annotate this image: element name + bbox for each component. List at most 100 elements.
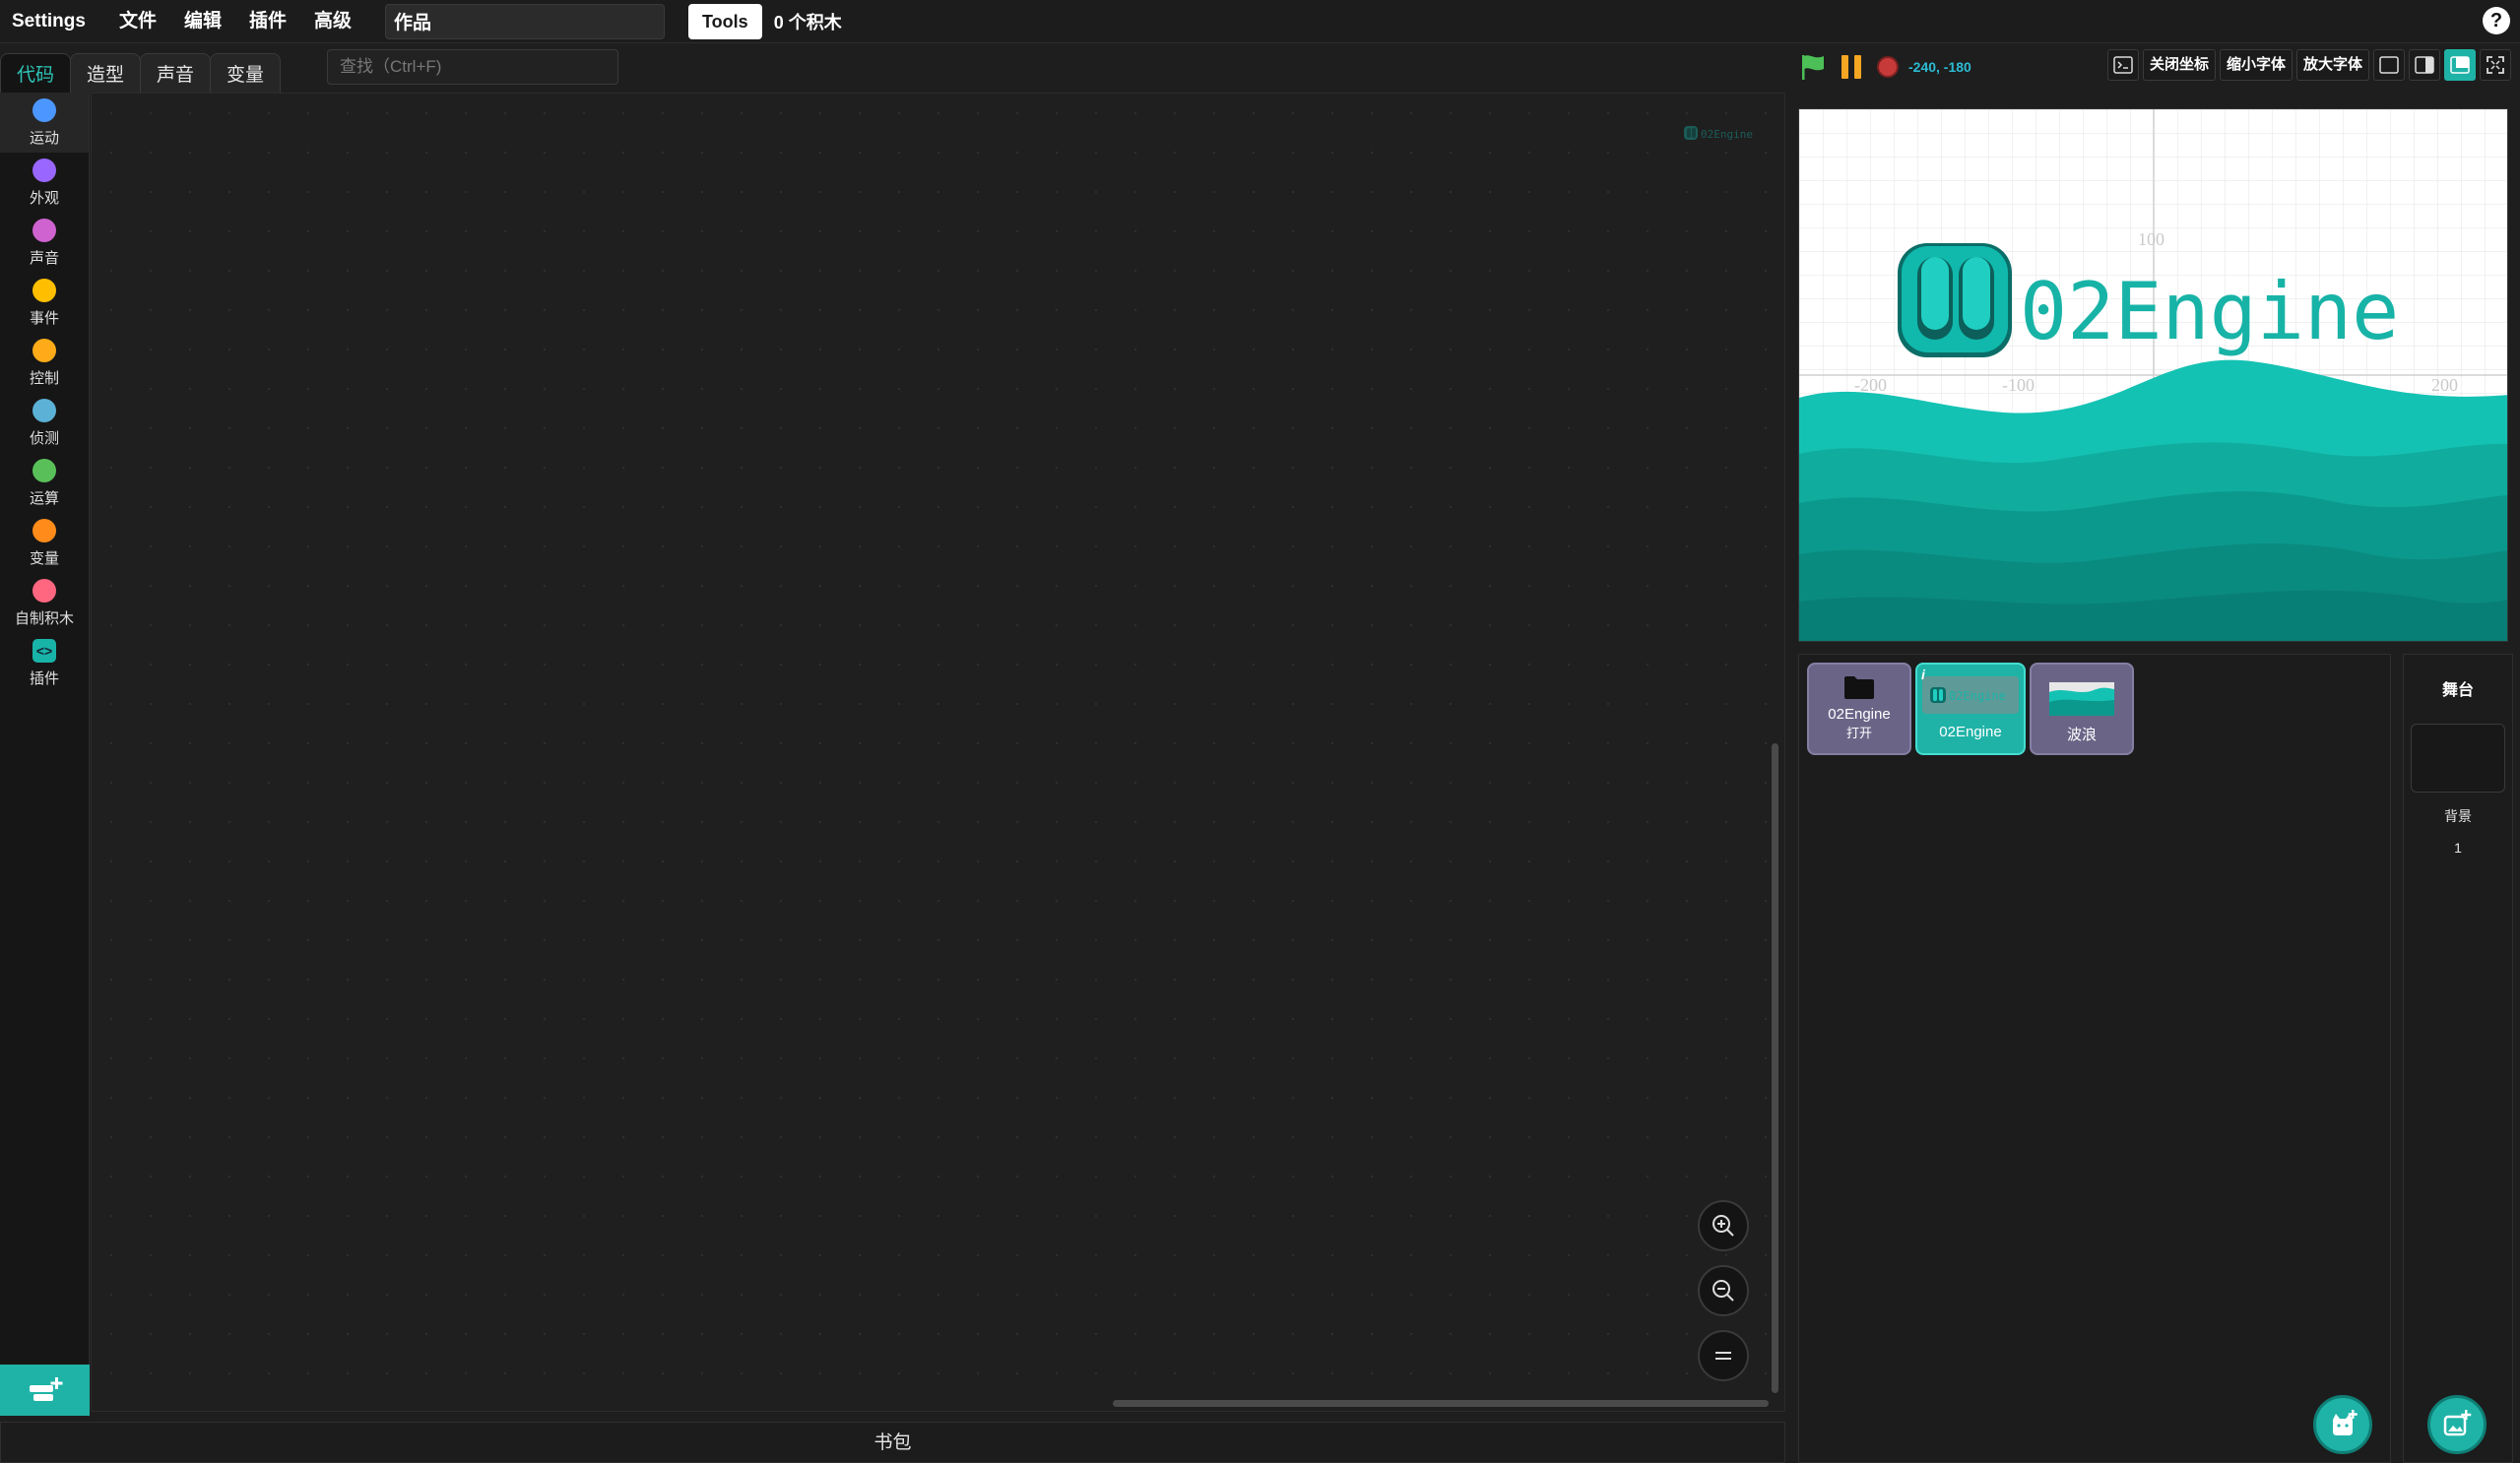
category-label: 变量 bbox=[29, 550, 59, 567]
zoom-reset-button[interactable] bbox=[1698, 1330, 1749, 1381]
looks-dot-icon bbox=[32, 159, 56, 182]
pause-button[interactable] bbox=[1842, 55, 1861, 79]
category-operators[interactable]: 运算 bbox=[0, 453, 89, 513]
category-label: 控制 bbox=[29, 370, 59, 387]
category-label: 外观 bbox=[29, 190, 59, 207]
larger-font-button[interactable]: 放大字体 bbox=[2295, 49, 2369, 81]
sprite-card[interactable]: 02Engine 打开 bbox=[1807, 663, 1911, 755]
category-looks[interactable]: 外观 bbox=[0, 153, 89, 213]
sprite-card[interactable]: 波浪 bbox=[2030, 663, 2134, 755]
large-stage-icon[interactable] bbox=[2444, 49, 2476, 81]
image-add-icon bbox=[2443, 1410, 2472, 1436]
axis-label: -200 bbox=[1854, 375, 1887, 395]
menu-bar: Settings 文件 编辑 插件 高级 Tools 0 个积木 ? bbox=[0, 0, 2520, 43]
small-stage-icon[interactable] bbox=[2373, 49, 2405, 81]
category-label: 事件 bbox=[29, 310, 59, 327]
app-root: Settings 文件 编辑 插件 高级 Tools 0 个积木 ? 代码 造型… bbox=[0, 0, 2520, 1463]
stage-title: 舞台 bbox=[2441, 682, 2474, 699]
stop-button[interactable] bbox=[1877, 56, 1899, 78]
axis-label: -100 bbox=[2002, 375, 2035, 395]
toggle-coordinates-button[interactable]: 关闭坐标 bbox=[2142, 49, 2216, 81]
zoom-in-icon bbox=[1712, 1215, 1734, 1237]
category-sound[interactable]: 声音 bbox=[0, 213, 89, 273]
sound-dot-icon bbox=[32, 219, 56, 242]
add-backdrop-button[interactable] bbox=[2427, 1395, 2487, 1454]
axis-label: 100 bbox=[2138, 229, 2165, 249]
my-blocks-dot-icon bbox=[32, 579, 56, 603]
sprite-thumbnail: 02Engine bbox=[1922, 676, 2019, 714]
project-title-input[interactable] bbox=[385, 3, 666, 39]
mouse-coordinates: -240, -180 bbox=[1908, 59, 1971, 75]
normal-stage-icon[interactable] bbox=[2409, 49, 2440, 81]
vertical-scrollbar[interactable] bbox=[1772, 743, 1778, 1393]
svg-text:02Engine: 02Engine bbox=[1949, 689, 2006, 703]
stage-header: -240, -180 关闭坐标 缩小字体 放大字体 bbox=[1798, 49, 2515, 85]
axis-label: 200 bbox=[2431, 375, 2458, 395]
tab-costumes[interactable]: 造型 bbox=[70, 53, 142, 93]
block-count: 0 个积木 bbox=[773, 12, 842, 32]
tools-button[interactable]: Tools bbox=[688, 3, 762, 39]
category-events[interactable]: 事件 bbox=[0, 273, 89, 333]
wave-background bbox=[1799, 359, 2507, 641]
stage-toolbar: 关闭坐标 缩小字体 放大字体 bbox=[2106, 49, 2511, 81]
02engine-logo-icon bbox=[1898, 243, 2012, 357]
backdrop-label: 背景 bbox=[2444, 808, 2472, 824]
extensions-menu[interactable]: 插件 bbox=[235, 0, 300, 43]
zoom-out-icon bbox=[1712, 1280, 1734, 1302]
stage-thumbnail[interactable] bbox=[2411, 724, 2505, 793]
sprite-open-label: 打开 bbox=[1845, 726, 1872, 740]
tab-variables[interactable]: 变量 bbox=[210, 53, 282, 93]
category-label: 运动 bbox=[29, 130, 59, 147]
category-label: 运算 bbox=[29, 490, 59, 507]
category-label: 侦测 bbox=[29, 430, 59, 447]
green-flag-icon[interactable] bbox=[1798, 52, 1828, 82]
advanced-menu[interactable]: 高级 bbox=[300, 0, 365, 43]
category-motion[interactable]: 运动 bbox=[0, 93, 89, 153]
control-dot-icon bbox=[32, 339, 56, 362]
category-label: 自制积木 bbox=[14, 610, 74, 627]
search-input[interactable] bbox=[327, 49, 618, 85]
add-extension-button[interactable] bbox=[0, 1365, 90, 1416]
fullscreen-icon[interactable] bbox=[2480, 49, 2511, 81]
stage-target-pane[interactable]: 舞台 背景 1 bbox=[2403, 654, 2513, 1463]
horizontal-scrollbar[interactable] bbox=[1113, 1400, 1769, 1407]
tab-code[interactable]: 代码 bbox=[0, 53, 72, 93]
stage-render: 100 -200 -100 100 200 02Engine bbox=[1799, 109, 2507, 641]
motion-dot-icon bbox=[32, 98, 56, 122]
stage-logo-text: 02Engine bbox=[2020, 266, 2399, 357]
category-control[interactable]: 控制 bbox=[0, 333, 89, 393]
sprite-name: 02Engine bbox=[1939, 724, 2002, 740]
cat-add-icon bbox=[2333, 1410, 2358, 1435]
sprite-pane: 02Engine 打开 i 02Engine 02Engine 波浪 bbox=[1798, 654, 2391, 1463]
zoom-out-button[interactable] bbox=[1698, 1265, 1749, 1316]
settings-menu[interactable]: Settings bbox=[0, 0, 105, 43]
code-brackets-icon: <> bbox=[32, 639, 56, 663]
wave-thumbnail bbox=[2049, 682, 2114, 716]
tab-sounds[interactable]: 声音 bbox=[140, 53, 212, 93]
events-dot-icon bbox=[32, 279, 56, 302]
folder-icon bbox=[1844, 676, 1874, 699]
02engine-logo-icon: 02Engine bbox=[1684, 125, 1755, 144]
backpack-bar[interactable]: 书包 bbox=[0, 1422, 1785, 1463]
sprite-card-selected[interactable]: i 02Engine 02Engine bbox=[1915, 663, 2026, 755]
edit-menu[interactable]: 编辑 bbox=[170, 0, 235, 43]
variables-dot-icon bbox=[32, 519, 56, 542]
editor-tabs: 代码 造型 声音 变量 bbox=[0, 51, 282, 93]
stage-canvas[interactable]: 100 -200 -100 100 200 02Engine bbox=[1798, 108, 2508, 642]
file-menu[interactable]: 文件 bbox=[105, 0, 170, 43]
console-icon[interactable] bbox=[2106, 49, 2139, 81]
category-sensing[interactable]: 侦测 bbox=[0, 393, 89, 453]
equals-icon bbox=[1715, 1352, 1731, 1360]
help-icon[interactable]: ? bbox=[2483, 7, 2510, 34]
category-variables[interactable]: 变量 bbox=[0, 513, 89, 573]
code-workspace[interactable]: 02Engine bbox=[91, 93, 1785, 1412]
info-icon[interactable]: i bbox=[1921, 667, 1935, 682]
zoom-in-button[interactable] bbox=[1698, 1200, 1749, 1251]
category-my-blocks[interactable]: 自制积木 bbox=[0, 573, 89, 633]
category-extensions[interactable]: <> 插件 bbox=[0, 633, 89, 693]
svg-text:02Engine: 02Engine bbox=[1701, 128, 1753, 141]
sensing-dot-icon bbox=[32, 399, 56, 422]
add-sprite-button[interactable] bbox=[2313, 1395, 2372, 1454]
smaller-font-button[interactable]: 缩小字体 bbox=[2219, 49, 2293, 81]
category-menu: 运动 外观 声音 事件 控制 侦测 运算 变量 自制积木 <> 插件 bbox=[0, 93, 90, 1416]
